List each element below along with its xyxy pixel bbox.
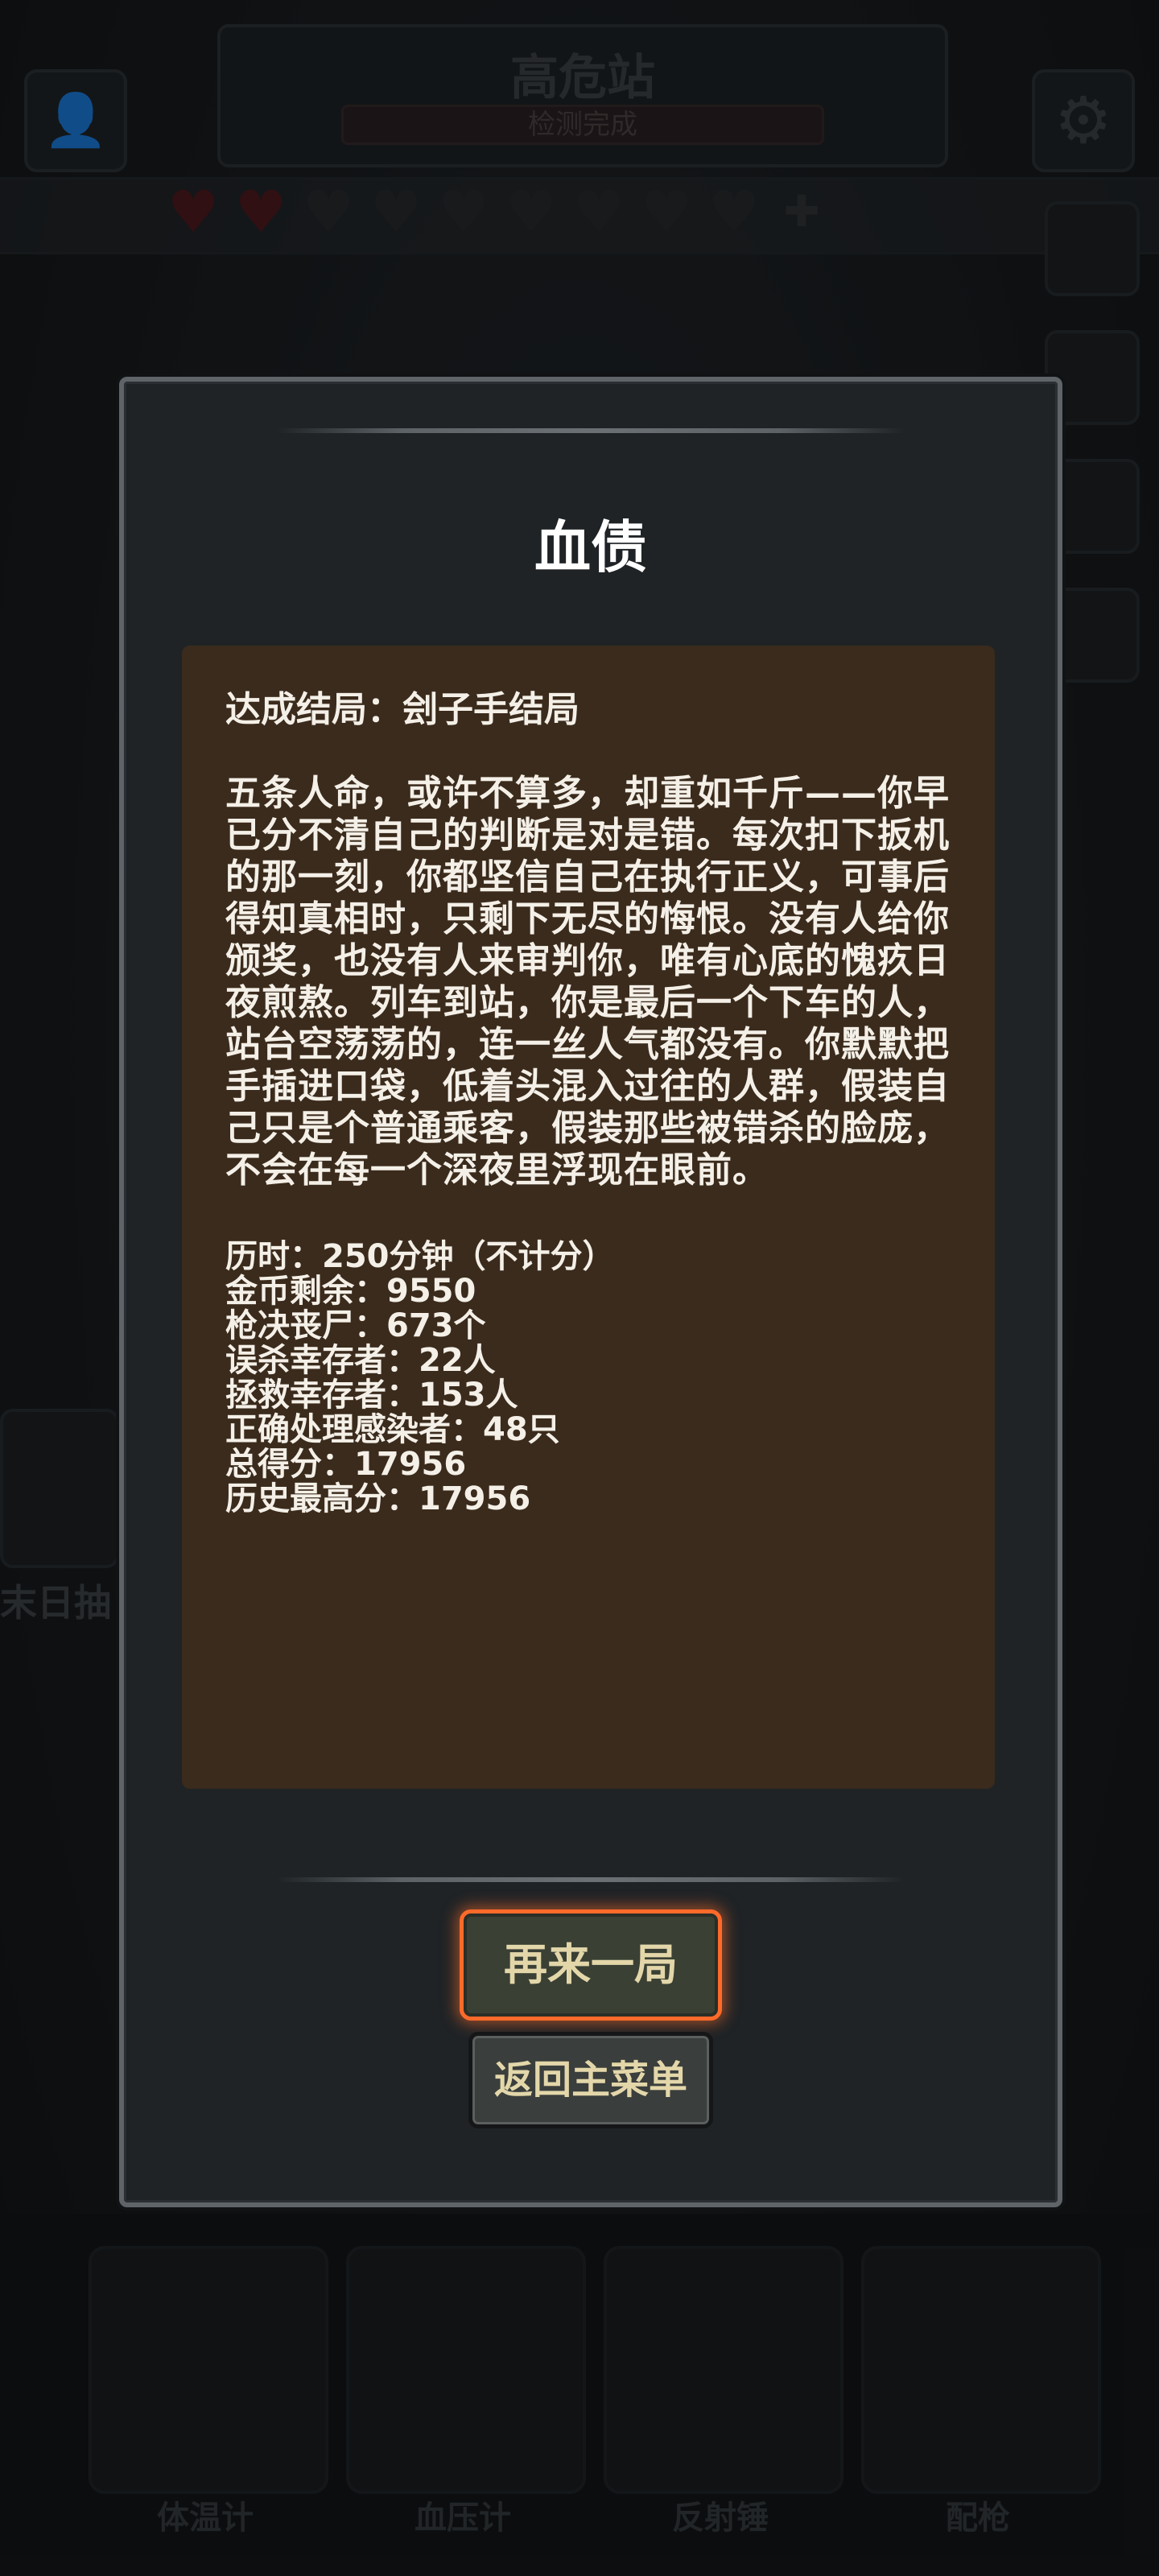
dialog-title: 血债 bbox=[534, 514, 647, 580]
story-text: 达成结局：刽子手结局 五条人命，或许不算多，却重如千斤——你早已分不清自己的判断… bbox=[225, 687, 950, 1517]
stat-coins: 金币剩余：9550 bbox=[225, 1273, 476, 1310]
ending-dialog: 血债 达成结局：刽子手结局 五条人命，或许不算多，却重如千斤——你早已分不清自己… bbox=[119, 377, 1062, 2207]
stat-time: 历时：250分钟（不计分） bbox=[225, 1238, 615, 1275]
stat-zombies-executed: 枪决丧尸：673个 bbox=[225, 1307, 486, 1344]
stat-survivors-saved: 拯救幸存者：153人 bbox=[225, 1377, 518, 1414]
ending-story: 五条人命，或许不算多，却重如千斤——你早已分不清自己的判断是对是错。每次扣下扳机… bbox=[225, 773, 950, 1191]
play-again-button[interactable]: 再来一局 bbox=[460, 1909, 722, 2021]
stats-list: 历时：250分钟（不计分） 金币剩余：9550 枪决丧尸：673个 误杀幸存者：… bbox=[225, 1240, 950, 1517]
stat-infected-handled: 正确处理感染者：48只 bbox=[225, 1411, 560, 1448]
stat-total-score: 总得分：17956 bbox=[225, 1446, 467, 1483]
bottom-divider bbox=[277, 1877, 905, 1882]
main-menu-button[interactable]: 返回主菜单 bbox=[468, 2032, 713, 2128]
top-divider bbox=[277, 428, 905, 433]
stat-survivors-killed: 误杀幸存者：22人 bbox=[225, 1342, 496, 1379]
stat-high-score: 历史最高分：17956 bbox=[225, 1480, 531, 1517]
story-panel: 达成结局：刽子手结局 五条人命，或许不算多，却重如千斤——你早已分不清自己的判断… bbox=[182, 646, 995, 1789]
ending-name: 达成结局：刽子手结局 bbox=[225, 689, 580, 730]
